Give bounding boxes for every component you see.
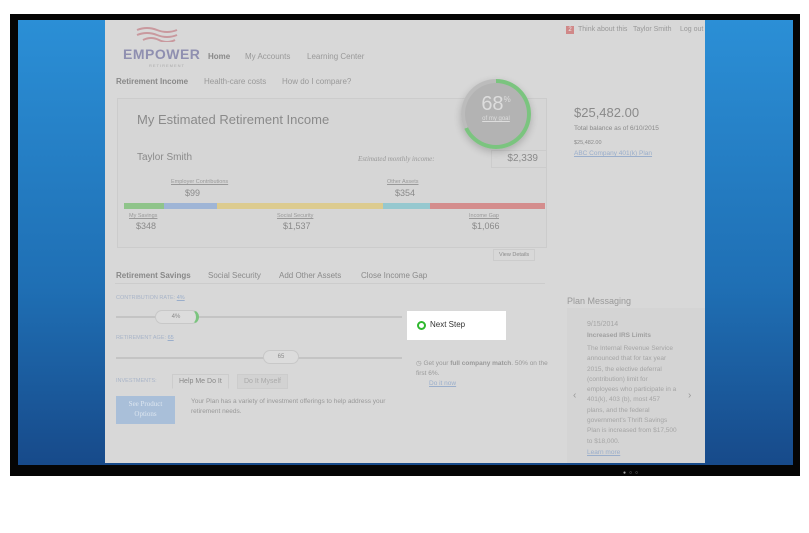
card-title: My Estimated Retirement Income xyxy=(137,112,330,127)
bar-other-assets xyxy=(383,203,430,209)
income-gap-value: $1,066 xyxy=(472,221,500,231)
participant-name: Taylor Smith xyxy=(137,152,193,163)
message-body: The Internal Revenue Service announced t… xyxy=(587,345,677,445)
tab-divider xyxy=(115,283,545,284)
plan-name-link[interactable]: ABC Company 401(k) Plan xyxy=(574,150,652,157)
message-date: 9/15/2014 xyxy=(587,321,619,328)
view-details-button[interactable]: View Details xyxy=(493,249,536,261)
next-step-highlight[interactable]: Next Step xyxy=(407,311,506,340)
user-name-link[interactable]: Taylor Smith xyxy=(633,26,672,33)
bar-my-savings xyxy=(124,203,164,209)
nav-my-accounts[interactable]: My Accounts xyxy=(245,52,290,61)
retirement-age-text: RETIREMENT AGE: xyxy=(116,335,167,341)
bar-social-security xyxy=(217,203,383,209)
plan-messaging-title: Plan Messaging xyxy=(567,296,632,306)
next-step-icon xyxy=(417,321,426,330)
bar-employer-contributions xyxy=(164,203,217,209)
nav-home[interactable]: Home xyxy=(208,52,230,61)
logo[interactable]: EMPOWER xyxy=(123,46,200,62)
logo-flag-icon xyxy=(136,27,178,42)
do-it-now-link[interactable]: Do it now xyxy=(429,380,456,387)
learn-more-link[interactable]: Learn more xyxy=(587,449,620,456)
carousel-next-icon[interactable]: › xyxy=(688,390,691,401)
social-security-link[interactable]: Social Security xyxy=(277,213,313,219)
plan-balance: $25,482.00 xyxy=(574,140,602,146)
retirement-age-label: RETIREMENT AGE: 65 xyxy=(116,335,174,341)
message-headline: Increased IRS Limits xyxy=(587,332,651,339)
next-step-bold: full company match xyxy=(450,360,512,367)
retirement-age-slider[interactable] xyxy=(116,357,402,359)
carousel-prev-icon[interactable]: ‹ xyxy=(573,390,576,401)
employer-contributions-value: $99 xyxy=(185,188,201,198)
subnav-retirement-income[interactable]: Retirement Income xyxy=(116,77,188,86)
logo-subtitle: RETIREMENT xyxy=(149,63,185,68)
goal-progress-ring: 68% of my goal xyxy=(461,79,531,149)
other-assets-value: $354 xyxy=(395,188,416,198)
contribution-rate-value[interactable]: 4% xyxy=(177,295,185,301)
carousel-dots[interactable]: ●○○ xyxy=(623,470,641,476)
next-step-title: Next Step xyxy=(430,320,466,329)
next-step-pre: Get your xyxy=(423,360,451,367)
logout-link[interactable]: Log out xyxy=(680,26,703,33)
see-product-options-button[interactable]: See Product Options xyxy=(116,396,175,424)
estimated-income-label: Estimated monthly income: xyxy=(358,155,435,163)
next-step-text: ◷ Get your full company match. 50% on th… xyxy=(416,359,551,379)
balance-as-of: Total balance as of 6/10/2015 xyxy=(574,125,659,132)
goal-link[interactable]: of my goal xyxy=(465,116,527,122)
tab-close-income-gap[interactable]: Close Income Gap xyxy=(361,271,427,280)
contribution-slider-thumb[interactable]: 4% xyxy=(155,310,199,324)
total-balance: $25,482.00 xyxy=(574,105,640,120)
nav-learning-center[interactable]: Learning Center xyxy=(307,52,364,61)
retirement-age-value[interactable]: 65 xyxy=(168,335,174,341)
subnav-health-care[interactable]: Health-care costs xyxy=(204,77,266,86)
contribution-rate-text: CONTRIBUTION RATE: xyxy=(116,295,176,301)
notification-badge[interactable]: 2 xyxy=(566,26,574,34)
estimated-income-value: $2,339 xyxy=(491,150,547,168)
tab-add-other-assets[interactable]: Add Other Assets xyxy=(279,271,341,280)
goal-percent-sign: % xyxy=(503,95,511,104)
bar-income-gap xyxy=(430,203,545,209)
contribution-rate-label: CONTRIBUTION RATE: 4% xyxy=(116,295,185,301)
my-savings-link[interactable]: My Savings xyxy=(129,213,157,219)
subnav-compare[interactable]: How do I compare? xyxy=(282,77,351,86)
my-savings-value: $348 xyxy=(136,221,157,231)
investments-label: INVESTMENTS: xyxy=(116,378,157,384)
think-about-this-link[interactable]: Think about this xyxy=(578,26,627,33)
do-it-myself-tab[interactable]: Do It Myself xyxy=(237,374,288,389)
tab-social-security[interactable]: Social Security xyxy=(208,271,261,280)
help-me-do-it-tab[interactable]: Help Me Do It xyxy=(172,374,229,389)
tab-retirement-savings[interactable]: Retirement Savings xyxy=(116,271,191,280)
retirement-age-slider-thumb[interactable]: 65 xyxy=(263,350,299,364)
page: EMPOWER RETIREMENT 2 Think about this Ta… xyxy=(105,20,705,476)
social-security-value: $1,537 xyxy=(283,221,311,231)
investments-description: Your Plan has a variety of investment of… xyxy=(191,398,386,415)
employer-contributions-link[interactable]: Employer Contributions xyxy=(171,179,228,185)
other-assets-link[interactable]: Other Assets xyxy=(387,179,419,185)
goal-percent: 68 xyxy=(481,93,504,115)
income-gap-link[interactable]: Income Gap xyxy=(469,213,499,219)
